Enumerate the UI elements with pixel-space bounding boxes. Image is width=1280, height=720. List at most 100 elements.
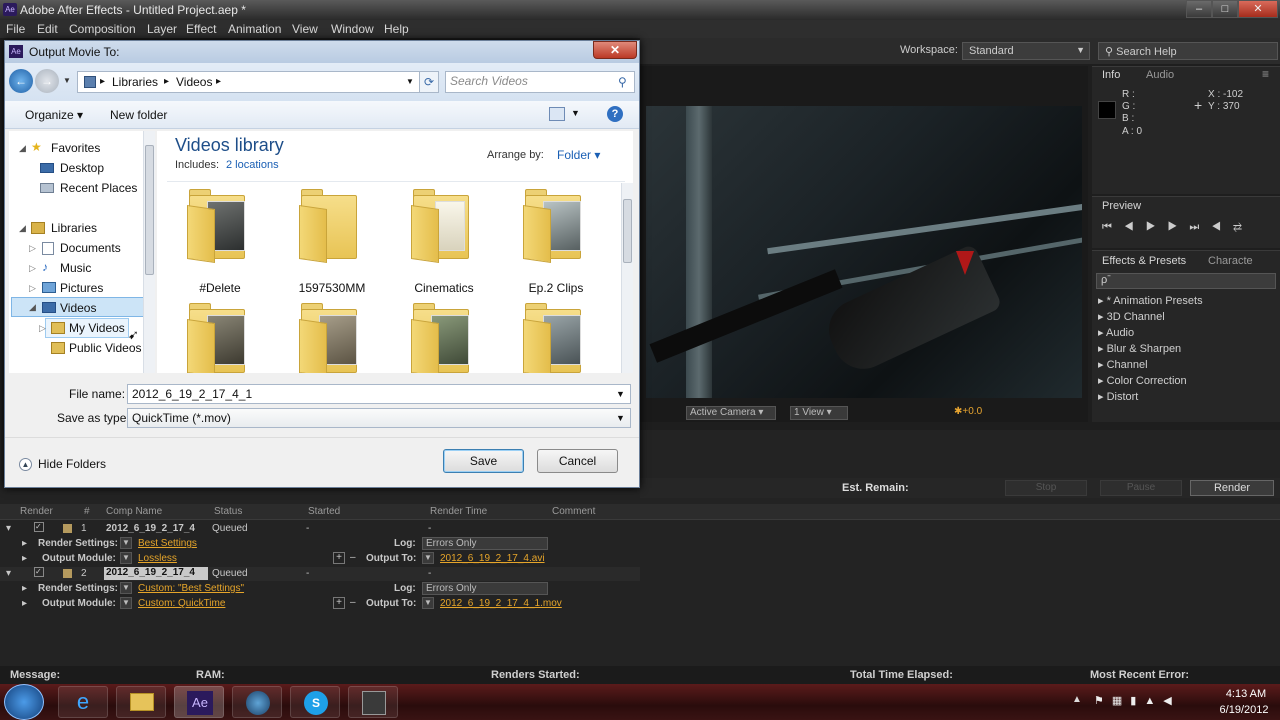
tree-pictures[interactable]: Pictures (60, 281, 103, 295)
refresh-icon[interactable]: ⟳ (419, 71, 439, 93)
col-comment[interactable]: Comment (552, 506, 595, 517)
breadcrumb-separator-icon[interactable]: ▸ (100, 73, 105, 91)
col-render[interactable]: Render (20, 506, 53, 517)
help-icon[interactable]: ? (607, 106, 623, 122)
file-name-input[interactable]: 2012_6_19_2_17_4_1 ▼ (127, 384, 631, 404)
network-icon[interactable]: ▦ (1112, 695, 1130, 707)
organize-button[interactable]: Organize ▾ (25, 108, 83, 122)
col-comp-name[interactable]: Comp Name (106, 506, 162, 517)
tree-my-videos[interactable]: My Videos (69, 321, 125, 335)
new-folder-button[interactable]: New folder (110, 108, 167, 122)
after-effects-icon[interactable]: Ae (174, 686, 224, 718)
clock-date[interactable]: 6/19/2012 (1212, 704, 1276, 716)
view-options-icon[interactable] (549, 107, 565, 121)
tab-effects-presets[interactable]: Effects & Presets (1102, 255, 1186, 267)
list-item[interactable]: ▸ Distort (1098, 389, 1274, 405)
remove-output-icon[interactable]: – (350, 552, 356, 563)
folder-label[interactable]: Ep.2 Clips (501, 281, 611, 295)
save-button[interactable]: Save (443, 449, 524, 473)
tab-info[interactable]: Info (1102, 69, 1120, 81)
folder-1597530mm-icon[interactable] (297, 187, 361, 263)
close-button[interactable]: ✕ (1238, 0, 1278, 18)
folder-icon[interactable] (521, 301, 585, 373)
add-output-icon[interactable]: + (333, 552, 345, 564)
expand-icon[interactable]: ▷ (39, 323, 46, 334)
content-scrollbar[interactable] (621, 183, 633, 373)
save-type-dropdown-icon[interactable]: ▼ (616, 409, 625, 427)
minimize-button[interactable]: – (1186, 0, 1212, 18)
breadcrumb-videos[interactable]: Videos (176, 73, 212, 91)
tab-preview[interactable]: Preview (1102, 200, 1141, 212)
expand-icon[interactable]: ▸ (22, 583, 27, 594)
stop-button[interactable]: Stop (1005, 480, 1087, 496)
menu-effect[interactable]: Effect (186, 22, 216, 36)
collapse-icon[interactable]: ◢ (19, 223, 26, 234)
menu-help[interactable]: Help (384, 22, 409, 36)
menu-composition[interactable]: Composition (69, 22, 136, 36)
output-module-link[interactable]: Custom: QuickTime (138, 598, 225, 609)
composition-frame[interactable] (646, 106, 1082, 398)
output-to-menu[interactable]: ▼ (422, 597, 434, 609)
expand-icon[interactable]: ▸ (22, 598, 27, 609)
recent-pages-icon[interactable]: ▼ (63, 76, 71, 85)
view-layout-select[interactable]: 1 View ▾ (790, 406, 848, 420)
media-player-icon[interactable] (232, 686, 282, 718)
label-color-icon[interactable] (63, 524, 72, 533)
workspace-select[interactable]: Standard ▼ (962, 42, 1090, 60)
label-color-icon[interactable] (63, 569, 72, 578)
breadcrumb-separator-icon[interactable]: ▸ (164, 73, 169, 91)
render-settings-link[interactable]: Custom: "Best Settings" (138, 583, 244, 594)
tree-public-videos[interactable]: Public Videos (69, 341, 142, 355)
log-select[interactable]: Errors Only (422, 582, 548, 595)
list-item[interactable]: ▸ Audio (1098, 325, 1274, 341)
breadcrumb-separator-icon[interactable]: ▸ (216, 73, 221, 91)
collapse-icon[interactable]: ◢ (19, 143, 26, 154)
scrollbar-thumb[interactable] (623, 199, 632, 263)
effects-search-input[interactable]: ρˉ (1096, 273, 1276, 289)
render-checkbox[interactable]: ✓ (34, 522, 44, 532)
tab-audio[interactable]: Audio (1146, 69, 1174, 81)
tab-character[interactable]: Characte (1208, 255, 1253, 267)
clock-time[interactable]: 4:13 AM (1216, 688, 1276, 700)
table-row[interactable]: ▾ ✓ 1 2012_6_19_2_17_4 Queued - - (0, 522, 640, 536)
hide-folders-button[interactable]: Hide Folders (38, 457, 106, 471)
cancel-button[interactable]: Cancel (537, 449, 618, 473)
folder-delete-icon[interactable] (185, 187, 249, 263)
output-to-menu[interactable]: ▼ (422, 552, 434, 564)
play-icon[interactable]: ▶ (1146, 221, 1168, 233)
list-item[interactable]: ▸ * Animation Presets (1098, 293, 1274, 309)
output-module-menu[interactable]: ▼ (120, 597, 132, 609)
view-dropdown-icon[interactable]: ▼ (571, 108, 580, 118)
flag-icon[interactable]: ⚑ (1094, 695, 1112, 707)
expand-icon[interactable]: ▷ (29, 243, 36, 254)
forward-button[interactable]: → (35, 69, 59, 93)
folder-cinematics-icon[interactable] (409, 187, 473, 263)
list-item[interactable]: ▸ Channel (1098, 357, 1274, 373)
output-to-link[interactable]: 2012_6_19_2_17_4.avi (440, 553, 545, 564)
address-dropdown-icon[interactable]: ▼ (406, 73, 414, 91)
signal-icon[interactable]: ▲ (1144, 695, 1163, 707)
output-module-link[interactable]: Lossless (138, 553, 177, 564)
folder-icon[interactable] (185, 301, 249, 373)
scrollbar-thumb[interactable] (145, 145, 154, 275)
expand-icon[interactable]: ▸ (22, 553, 27, 564)
list-item[interactable]: ▸ Blur & Sharpen (1098, 341, 1274, 357)
battery-icon[interactable]: ▮ (1130, 695, 1144, 707)
last-frame-icon[interactable]: ⏭ (1189, 221, 1211, 233)
folder-ep2-clips-icon[interactable] (521, 187, 585, 263)
tree-favorites[interactable]: Favorites (51, 141, 100, 155)
menu-layer[interactable]: Layer (147, 22, 177, 36)
log-select[interactable]: Errors Only (422, 537, 548, 550)
expand-icon[interactable]: ▾ (6, 523, 11, 534)
game-icon[interactable] (348, 686, 398, 718)
search-videos-input[interactable]: Search Videos ⚲ (445, 71, 635, 93)
menu-edit[interactable]: Edit (37, 22, 58, 36)
includes-link[interactable]: 2 locations (226, 159, 279, 171)
render-settings-menu[interactable]: ▼ (120, 582, 132, 594)
volume-icon[interactable]: ◀ (1163, 695, 1179, 707)
folder-label[interactable]: 1597530MM (277, 281, 387, 295)
expand-icon[interactable]: ▷ (29, 283, 36, 294)
expand-icon[interactable]: ▾ (6, 568, 11, 579)
tree-scrollbar[interactable] (143, 131, 155, 373)
remove-output-icon[interactable]: – (350, 597, 356, 608)
